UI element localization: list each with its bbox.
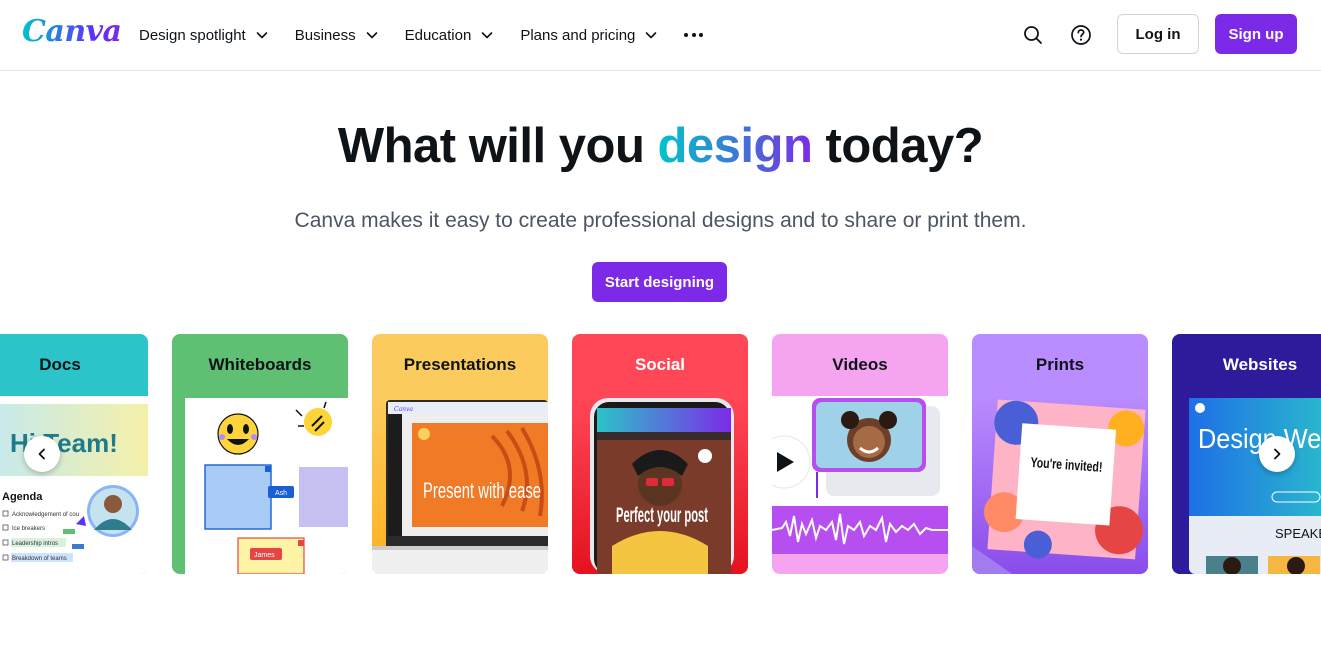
- wb-name-ash: Ash: [275, 490, 287, 497]
- chevron-down-icon: [366, 32, 377, 39]
- nav-label: Plans and pricing: [520, 26, 636, 44]
- category-card-docs[interactable]: Docs Hi Team! Agenda Acknowledgement of …: [0, 334, 148, 574]
- card-label: Presentations: [403, 355, 517, 374]
- category-card-whiteboards[interactable]: Whiteboards Ash James: [172, 334, 348, 574]
- card-label: Docs: [39, 355, 81, 374]
- carousel-next-button[interactable]: [1259, 436, 1295, 472]
- hero-title-before: What will you: [337, 119, 658, 173]
- hero-title: What will you design today?: [0, 118, 1321, 174]
- pres-text: Present with ease: [423, 478, 541, 503]
- nav-label: Education: [404, 26, 472, 44]
- wb-name-james: James: [254, 552, 275, 559]
- nav-label: Business: [294, 26, 356, 44]
- canva-logo[interactable]: Canva: [22, 14, 122, 49]
- more-horizontal-icon[interactable]: [684, 15, 707, 55]
- top-navbar: Canva Design spotlight Business Educatio…: [0, 0, 1321, 71]
- chevron-down-icon: [646, 32, 657, 39]
- videos-illustration: [772, 396, 948, 574]
- chevron-left-icon: [38, 448, 45, 460]
- pres-app-name: Canva: [394, 406, 413, 413]
- presentations-illustration: Canva Present with ease: [372, 396, 548, 574]
- nav-plans-pricing[interactable]: Plans and pricing: [520, 15, 658, 55]
- docs-item: Breakdown of teams: [12, 556, 67, 562]
- prints-illustration: You're invited!: [972, 396, 1148, 574]
- start-designing-button[interactable]: Start designing: [592, 262, 727, 302]
- card-label: Videos: [832, 355, 888, 374]
- social-illustration: Perfect your post: [572, 396, 748, 574]
- web-speaker: SPEAKER: [1275, 526, 1321, 541]
- card-label: Whiteboards: [208, 355, 312, 374]
- chevron-right-icon: [1274, 448, 1281, 460]
- whiteboards-illustration: Ash James: [172, 396, 348, 574]
- signup-button[interactable]: Sign up: [1215, 14, 1297, 54]
- card-label: Websites: [1222, 355, 1298, 374]
- card-label: Prints: [1035, 355, 1085, 374]
- help-circle-icon[interactable]: [1065, 19, 1097, 51]
- login-button[interactable]: Log in: [1117, 14, 1199, 54]
- card-label: Social: [634, 355, 686, 374]
- category-card-websites[interactable]: Websites Design Webs SPEAKER: [1172, 334, 1321, 574]
- hero-subtitle: Canva makes it easy to create profession…: [294, 209, 1027, 232]
- category-card-social[interactable]: Social Perfect your post: [572, 334, 748, 574]
- hero-title-after: today?: [812, 119, 984, 173]
- docs-illustration: Hi Team! Agenda Acknowledgement of cou I…: [0, 396, 148, 574]
- docs-agenda: Agenda: [2, 491, 43, 503]
- docs-item: Acknowledgement of cou: [12, 512, 79, 518]
- nav-design-spotlight[interactable]: Design spotlight: [139, 15, 269, 55]
- main-nav: Design spotlight Business Education Plan…: [139, 0, 707, 70]
- chevron-down-icon: [482, 32, 493, 39]
- category-card-videos[interactable]: Videos: [772, 334, 948, 574]
- category-card-presentations[interactable]: Presentations Canva Present with ease: [372, 334, 548, 574]
- nav-education[interactable]: Education: [405, 15, 495, 55]
- nav-business[interactable]: Business: [295, 15, 379, 55]
- websites-illustration: Design Webs SPEAKER: [1172, 396, 1321, 574]
- social-text: Perfect your post: [616, 504, 708, 527]
- docs-item: Leadership intros: [12, 541, 58, 547]
- nav-label: Design spotlight: [139, 26, 246, 44]
- search-icon[interactable]: [1017, 19, 1049, 51]
- chevron-down-icon: [256, 32, 268, 39]
- category-card-prints[interactable]: Prints You're invited!: [972, 334, 1148, 574]
- carousel-prev-button[interactable]: [24, 436, 60, 472]
- docs-item: Ice breakers: [12, 526, 45, 532]
- hero-title-accent: design: [657, 119, 813, 173]
